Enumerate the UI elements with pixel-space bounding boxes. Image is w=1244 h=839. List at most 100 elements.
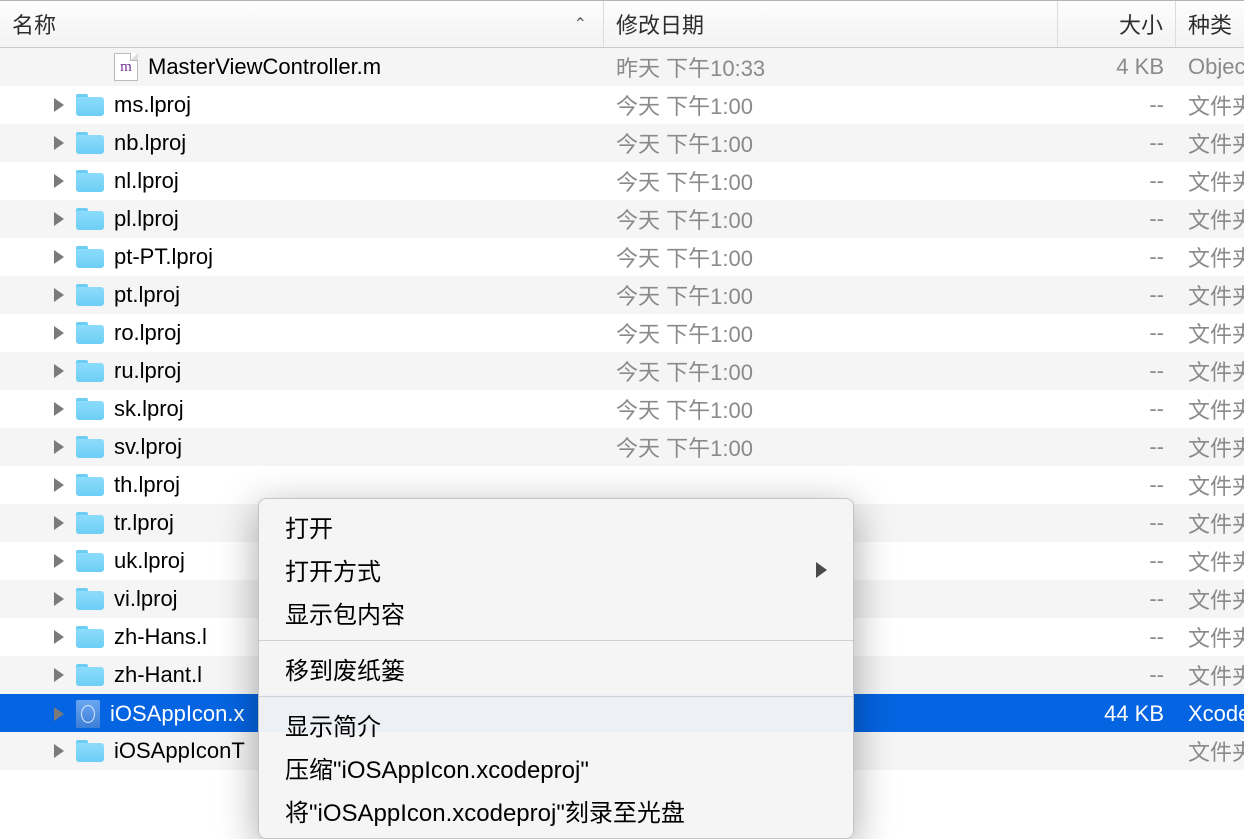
menu-compress[interactable]: 压缩"iOSAppIcon.xcodeproj" [259, 746, 853, 789]
folder-icon [76, 398, 104, 420]
size-cell: -- [1058, 206, 1176, 232]
disclosure-triangle-icon[interactable] [54, 326, 64, 340]
size-cell: -- [1058, 358, 1176, 384]
column-name-label: 名称 [12, 8, 56, 40]
submenu-arrow-icon [816, 562, 827, 578]
table-row[interactable]: MasterViewController.m昨天 下午10:334 KBObje… [0, 48, 1244, 86]
name-cell: MasterViewController.m [0, 53, 604, 81]
size-cell: -- [1058, 548, 1176, 574]
column-size-header[interactable]: 大小 [1058, 1, 1176, 47]
file-name: vi.lproj [114, 586, 178, 612]
column-size-label: 大小 [1119, 8, 1163, 40]
table-row[interactable]: pt.lproj 今天 下午1:00--文件夹 [0, 276, 1244, 314]
folder-icon [76, 170, 104, 192]
kind-cell: 文件夹 [1176, 279, 1244, 311]
disclosure-triangle-icon[interactable] [54, 744, 64, 758]
menu-burn[interactable]: 将"iOSAppIcon.xcodeproj"刻录至光盘 [259, 789, 853, 832]
disclosure-triangle-icon[interactable] [54, 707, 64, 721]
name-cell: ms.lproj [0, 92, 604, 118]
date-cell: 今天 下午1:00 [604, 127, 1058, 159]
menu-open-with[interactable]: 打开方式 [259, 548, 853, 591]
file-name: ru.lproj [114, 358, 181, 384]
folder-icon [76, 360, 104, 382]
name-cell: pt.lproj [0, 282, 604, 308]
column-date-header[interactable]: 修改日期 [604, 1, 1058, 47]
folder-icon [76, 322, 104, 344]
kind-cell: 文件夹 [1176, 317, 1244, 349]
column-header: 名称 ⌃ 修改日期 大小 种类 [0, 0, 1244, 48]
kind-cell: 文件夹 [1176, 355, 1244, 387]
objc-file-icon [114, 53, 138, 81]
file-name: ms.lproj [114, 92, 191, 118]
disclosure-triangle-icon[interactable] [54, 554, 64, 568]
name-cell: ru.lproj [0, 358, 604, 384]
table-row[interactable]: pt-PT.lproj今天 下午1:00--文件夹 [0, 238, 1244, 276]
menu-get-info[interactable]: 显示简介 [259, 703, 853, 746]
column-kind-label: 种类 [1188, 8, 1232, 40]
column-kind-header[interactable]: 种类 [1176, 1, 1244, 47]
kind-cell: 文件夹 [1176, 165, 1244, 197]
column-name-header[interactable]: 名称 ⌃ [0, 1, 604, 47]
table-row[interactable]: nl.lproj今天 下午1:00--文件夹 [0, 162, 1244, 200]
name-cell: sk.lproj [0, 396, 604, 422]
kind-cell: 文件夹 [1176, 469, 1244, 501]
folder-icon [76, 132, 104, 154]
table-row[interactable]: nb.lproj今天 下午1:00--文件夹 [0, 124, 1244, 162]
context-menu: 打开 打开方式 显示包内容 移到废纸篓 显示简介 压缩"iOSAppIcon.x… [258, 498, 854, 839]
table-row[interactable]: ro.lproj今天 下午1:00--文件夹 [0, 314, 1244, 352]
disclosure-triangle-icon[interactable] [54, 402, 64, 416]
menu-divider [259, 696, 853, 697]
disclosure-triangle-icon[interactable] [54, 478, 64, 492]
kind-cell: 文件夹 [1176, 545, 1244, 577]
date-cell: 今天 下午1:00 [604, 279, 1058, 311]
menu-open[interactable]: 打开 [259, 505, 853, 548]
kind-cell: 文件夹 [1176, 89, 1244, 121]
disclosure-triangle-icon[interactable] [54, 98, 64, 112]
size-cell: -- [1058, 282, 1176, 308]
name-cell: sv.lproj [0, 434, 604, 460]
table-row[interactable]: pl.lproj今天 下午1:00--文件夹 [0, 200, 1244, 238]
disclosure-triangle-icon[interactable] [54, 364, 64, 378]
menu-show-package-contents[interactable]: 显示包内容 [259, 591, 853, 634]
table-row[interactable]: ms.lproj今天 下午1:00--文件夹 [0, 86, 1244, 124]
disclosure-triangle-icon[interactable] [54, 440, 64, 454]
disclosure-triangle-icon[interactable] [54, 668, 64, 682]
kind-cell: 文件夹 [1176, 241, 1244, 273]
disclosure-triangle-icon[interactable] [54, 516, 64, 530]
size-cell: 4 KB [1058, 54, 1176, 80]
kind-cell: 文件夹 [1176, 127, 1244, 159]
folder-icon [76, 588, 104, 610]
disclosure-triangle-icon[interactable] [54, 592, 64, 606]
name-cell: ro.lproj [0, 320, 604, 346]
file-name: MasterViewController.m [148, 54, 381, 80]
disclosure-triangle-icon[interactable] [54, 288, 64, 302]
disclosure-triangle-icon[interactable] [54, 630, 64, 644]
size-cell: -- [1058, 130, 1176, 156]
sort-ascending-icon: ⌃ [574, 14, 587, 34]
file-name: zh-Hant.l [114, 662, 202, 688]
size-cell: -- [1058, 92, 1176, 118]
kind-cell: 文件夹 [1176, 203, 1244, 235]
disclosure-triangle-icon[interactable] [54, 250, 64, 264]
kind-cell: 文件夹 [1176, 507, 1244, 539]
disclosure-triangle-icon[interactable] [54, 212, 64, 226]
date-cell: 今天 下午1:00 [604, 165, 1058, 197]
kind-cell: 文件夹 [1176, 583, 1244, 615]
folder-icon [76, 550, 104, 572]
name-cell: th.lproj [0, 472, 604, 498]
disclosure-triangle-icon[interactable] [54, 136, 64, 150]
size-cell: -- [1058, 168, 1176, 194]
table-row[interactable]: sv.lproj今天 下午1:00--文件夹 [0, 428, 1244, 466]
folder-icon [76, 284, 104, 306]
kind-cell: Xcode [1176, 701, 1244, 727]
disclosure-triangle-icon[interactable] [54, 174, 64, 188]
kind-cell: 文件夹 [1176, 659, 1244, 691]
table-row[interactable]: sk.lproj今天 下午1:00--文件夹 [0, 390, 1244, 428]
file-name: pt.lproj [114, 282, 180, 308]
menu-divider [259, 640, 853, 641]
menu-move-to-trash[interactable]: 移到废纸篓 [259, 647, 853, 690]
date-cell: 今天 下午1:00 [604, 393, 1058, 425]
table-row[interactable]: ru.lproj今天 下午1:00--文件夹 [0, 352, 1244, 390]
folder-icon [76, 512, 104, 534]
file-name: tr.lproj [114, 510, 174, 536]
